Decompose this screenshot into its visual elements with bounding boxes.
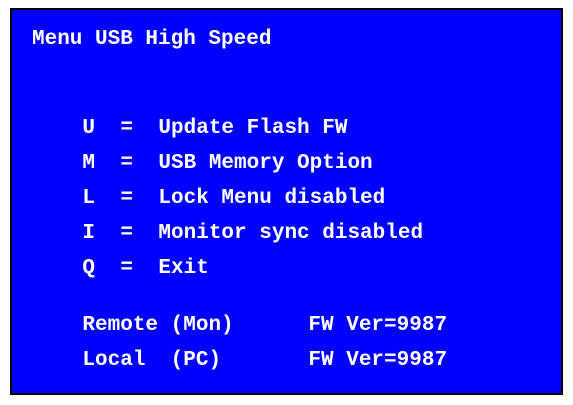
menu-key: Q [82, 257, 96, 280]
terminal-screen: Menu USB High Speed U = Update Flash FW M =… [10, 8, 563, 395]
menu-separator: = [120, 257, 134, 280]
menu-title: Menu USB High Speed [32, 28, 272, 51]
firmware-device: Local (PC) [82, 349, 222, 372]
firmware-local: Local (PC) FW Ver=9987 [32, 325, 447, 397]
firmware-version: FW Ver=9987 [308, 349, 448, 372]
menu-label: Exit [158, 257, 209, 280]
